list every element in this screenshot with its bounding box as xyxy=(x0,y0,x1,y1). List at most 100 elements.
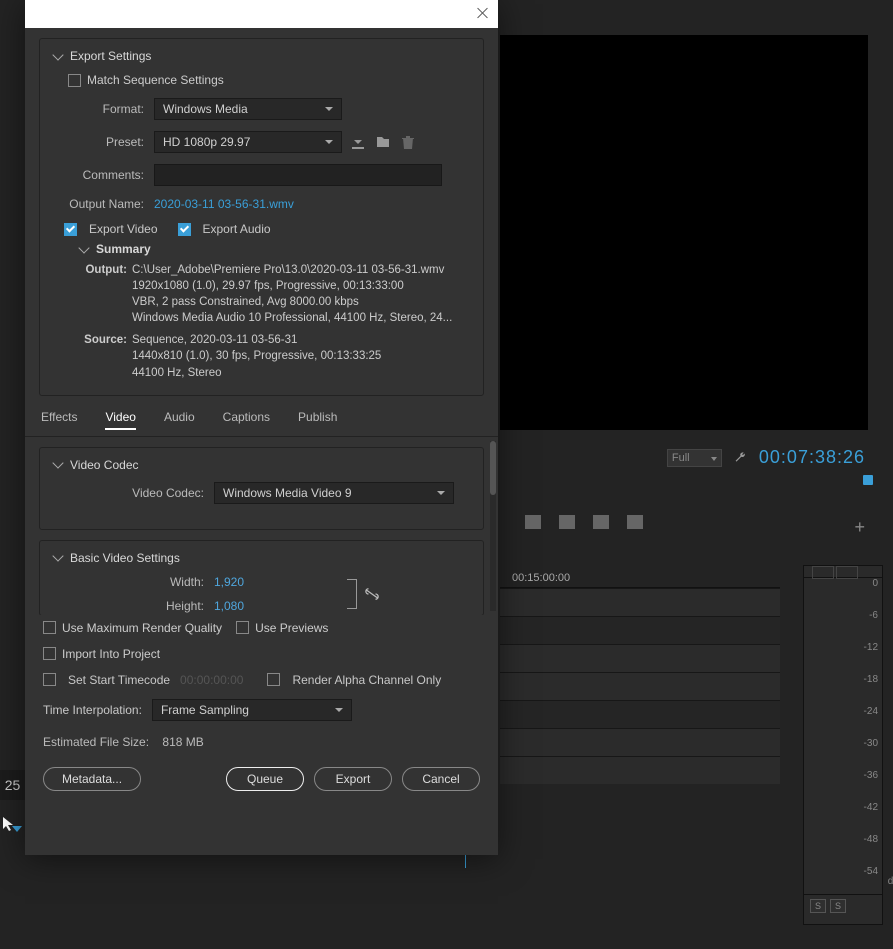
unlink-icon[interactable] xyxy=(365,588,379,600)
scrollbar-thumb[interactable] xyxy=(490,441,496,495)
max-render-checkbox[interactable] xyxy=(43,621,56,634)
timeline-track[interactable] xyxy=(500,616,780,644)
camera-icon[interactable] xyxy=(593,515,609,529)
video-codec-group: Video Codec Video Codec: Windows Media V… xyxy=(39,447,484,530)
basic-video-title: Basic Video Settings xyxy=(70,551,180,565)
timeline-track[interactable] xyxy=(500,644,780,672)
preset-select[interactable]: HD 1080p 29.97 xyxy=(154,131,342,153)
basic-video-header[interactable]: Basic Video Settings xyxy=(54,551,469,565)
metadata-button[interactable]: Metadata... xyxy=(43,767,141,791)
dialog-titlebar xyxy=(25,0,498,28)
preview-quality-select[interactable]: Full xyxy=(667,449,722,467)
import-project-checkbox[interactable] xyxy=(43,647,56,660)
tab-captions[interactable]: Captions xyxy=(223,410,270,430)
comments-label: Comments: xyxy=(54,168,154,182)
meter-tick: -30 xyxy=(864,738,878,749)
export-button[interactable]: Export xyxy=(314,767,392,791)
time-interp-label: Time Interpolation: xyxy=(43,703,142,717)
render-alpha-checkbox[interactable] xyxy=(267,673,280,686)
trash-icon[interactable] xyxy=(400,134,416,150)
timeline-track[interactable] xyxy=(500,700,780,728)
import-project-label: Import Into Project xyxy=(62,647,160,661)
chevron-down-icon xyxy=(78,242,89,253)
meter-tick: -36 xyxy=(864,770,878,781)
export-settings-group: Export Settings Match Sequence Settings … xyxy=(39,38,484,396)
max-render-label: Use Maximum Render Quality xyxy=(62,621,222,635)
queue-button[interactable]: Queue xyxy=(226,767,304,791)
start-tc-checkbox[interactable] xyxy=(43,673,56,686)
timeline-panel[interactable]: 00:15:00:00 xyxy=(500,570,780,900)
efs-value: 818 MB xyxy=(162,735,203,749)
chevron-down-icon xyxy=(52,457,63,468)
width-label: Width: xyxy=(54,575,214,589)
chevron-down-icon xyxy=(52,49,63,60)
export-settings-dialog: Export Settings Match Sequence Settings … xyxy=(25,0,498,855)
summary-source-text: Sequence, 2020-03-11 03-56-31 1440x810 (… xyxy=(132,332,469,380)
timeline-tool-icon[interactable] xyxy=(525,515,541,529)
comments-input[interactable] xyxy=(154,164,442,186)
tab-video[interactable]: Video xyxy=(105,410,135,430)
wrench-icon[interactable] xyxy=(734,451,747,464)
summary-output-text: C:\User_Adobe\Premiere Pro\13.0\2020-03-… xyxy=(132,262,469,326)
export-audio-label: Export Audio xyxy=(203,222,271,236)
export-video-label: Export Video xyxy=(89,222,158,236)
time-interp-value: Frame Sampling xyxy=(161,703,249,717)
tab-publish[interactable]: Publish xyxy=(298,410,337,430)
format-select[interactable]: Windows Media xyxy=(154,98,342,120)
timeline-track[interactable] xyxy=(500,728,780,756)
output-name-link[interactable]: 2020-03-11 03-56-31.wmv xyxy=(154,197,294,211)
use-previews-checkbox[interactable] xyxy=(236,621,249,634)
solo-button[interactable]: S xyxy=(830,899,846,913)
export-audio-checkbox[interactable] xyxy=(178,223,191,236)
video-codec-select[interactable]: Windows Media Video 9 xyxy=(214,482,454,504)
time-interp-select[interactable]: Frame Sampling xyxy=(152,699,352,721)
height-label: Height: xyxy=(54,599,214,613)
tab-audio[interactable]: Audio xyxy=(164,410,195,430)
preview-timecode: 00:07:38:26 xyxy=(759,447,865,468)
import-preset-icon[interactable] xyxy=(375,134,391,150)
use-previews-label: Use Previews xyxy=(255,621,328,635)
timeline-tool-icon[interactable] xyxy=(559,515,575,529)
video-codec-value: Windows Media Video 9 xyxy=(223,486,352,500)
add-icon[interactable]: + xyxy=(854,517,865,538)
timeline-track[interactable] xyxy=(500,588,780,616)
match-sequence-checkbox[interactable] xyxy=(68,74,81,87)
solo-button[interactable]: S xyxy=(810,899,826,913)
timeline-tool-icon[interactable] xyxy=(627,515,643,529)
playhead-marker[interactable] xyxy=(863,475,873,485)
timeline-track[interactable] xyxy=(500,672,780,700)
link-bracket-icon xyxy=(347,579,357,609)
height-value[interactable]: 1,080 xyxy=(214,599,244,613)
tab-effects[interactable]: Effects xyxy=(41,410,77,430)
meter-tick: -6 xyxy=(869,610,878,621)
preview-scrubber[interactable]: + xyxy=(500,475,880,555)
format-label: Format: xyxy=(54,102,154,116)
meter-tick: -48 xyxy=(864,834,878,845)
preview-quality-value: Full xyxy=(672,452,690,464)
meter-tick: -54 xyxy=(864,866,878,877)
export-video-checkbox[interactable] xyxy=(64,223,77,236)
export-settings-header[interactable]: Export Settings xyxy=(54,49,469,63)
preset-label: Preset: xyxy=(54,135,154,149)
timeline-track[interactable] xyxy=(500,756,780,784)
video-codec-title: Video Codec xyxy=(70,458,139,472)
meter-unit: dB xyxy=(888,876,893,887)
video-codec-header[interactable]: Video Codec xyxy=(54,458,469,472)
preset-value: HD 1080p 29.97 xyxy=(163,135,250,149)
meter-tick: -12 xyxy=(864,642,878,653)
width-value[interactable]: 1,920 xyxy=(214,575,244,589)
scrollbar[interactable] xyxy=(490,441,496,611)
summary-header[interactable]: Summary xyxy=(80,242,469,256)
summary-source-label: Source: xyxy=(80,332,132,380)
cancel-button[interactable]: Cancel xyxy=(402,767,480,791)
close-icon[interactable] xyxy=(476,6,490,20)
save-preset-icon[interactable] xyxy=(350,134,366,150)
video-preview xyxy=(500,35,868,430)
meter-tick: -42 xyxy=(864,802,878,813)
timeline-ruler[interactable]: 00:15:00:00 xyxy=(500,570,780,588)
meter-tick: -18 xyxy=(864,674,878,685)
start-tc-label: Set Start Timecode xyxy=(68,673,170,687)
basic-video-group: Basic Video Settings Width: 1,920 Height… xyxy=(39,540,484,615)
efs-label: Estimated File Size: xyxy=(43,735,149,749)
match-sequence-label: Match Sequence Settings xyxy=(87,73,224,87)
